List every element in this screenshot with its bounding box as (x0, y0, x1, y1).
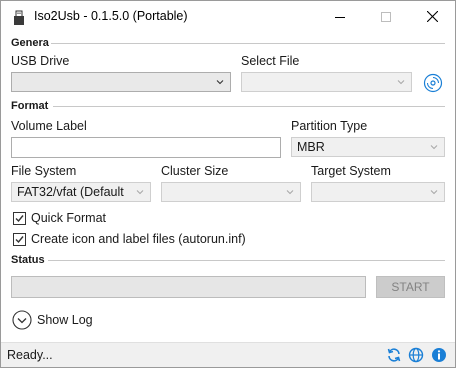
format-section-divider (53, 106, 445, 107)
maximize-button[interactable] (363, 1, 409, 32)
volume-label-label: Volume Label (11, 119, 87, 133)
partition-type-label: Partition Type (291, 119, 368, 133)
general-section-divider (51, 43, 445, 44)
volume-label-input[interactable] (11, 137, 281, 158)
select-file-label: Select File (241, 54, 300, 68)
maximize-icon (381, 11, 391, 22)
globe-icon[interactable] (408, 347, 424, 363)
chevron-down-icon (430, 145, 438, 150)
window-title: Iso2Usb - 0.1.5.0 (Portable) (34, 9, 188, 23)
target-system-select[interactable] (311, 182, 445, 202)
chevron-down-icon (136, 190, 144, 195)
show-log-toggle[interactable]: Show Log (11, 309, 111, 331)
quick-format-label[interactable]: Quick Format (31, 211, 106, 225)
checkmark-icon (15, 215, 24, 223)
show-log-label: Show Log (37, 313, 93, 327)
create-icon-checkbox[interactable] (13, 233, 26, 246)
chevron-down-circle-icon (12, 310, 32, 330)
usb-drive-label: USB Drive (11, 54, 70, 68)
status-text: Ready... (7, 348, 53, 362)
progress-bar (11, 276, 366, 298)
disc-icon (423, 73, 443, 93)
close-button[interactable] (409, 1, 455, 32)
usb-drive-select[interactable] (11, 72, 231, 92)
title-bar[interactable]: Iso2Usb - 0.1.5.0 (Portable) (1, 1, 455, 32)
close-icon (426, 11, 438, 22)
partition-type-value: MBR (297, 140, 325, 154)
cluster-size-select[interactable] (161, 182, 301, 202)
format-section-label: Format (11, 100, 49, 112)
chevron-down-icon (216, 80, 224, 85)
minimize-icon (335, 16, 345, 18)
browse-file-button[interactable] (422, 72, 444, 94)
minimize-button[interactable] (317, 1, 363, 32)
general-section-label: Genera (11, 37, 49, 49)
file-system-value: FAT32/vfat (Default (17, 185, 124, 199)
usb-app-icon (14, 10, 24, 25)
select-file-select[interactable] (241, 72, 412, 92)
start-button[interactable]: START (376, 276, 445, 298)
target-system-label: Target System (311, 164, 391, 178)
status-bar: Ready... (1, 342, 455, 367)
chevron-down-icon (286, 190, 294, 195)
quick-format-checkbox[interactable] (13, 212, 26, 225)
status-section-divider (48, 260, 445, 261)
file-system-label: File System (11, 164, 77, 178)
chevron-down-icon (397, 80, 405, 85)
app-window: Iso2Usb - 0.1.5.0 (Portable) Genera USB … (0, 0, 456, 368)
status-section-label: Status (11, 254, 45, 266)
cluster-size-label: Cluster Size (161, 164, 229, 178)
info-icon[interactable] (431, 347, 447, 363)
partition-type-select[interactable]: MBR (291, 137, 445, 157)
chevron-down-icon (430, 190, 438, 195)
file-system-select[interactable]: FAT32/vfat (Default (11, 182, 151, 202)
checkmark-icon (15, 236, 24, 244)
create-icon-label[interactable]: Create icon and label files (autorun.inf… (31, 232, 246, 246)
refresh-icon[interactable] (386, 347, 402, 363)
